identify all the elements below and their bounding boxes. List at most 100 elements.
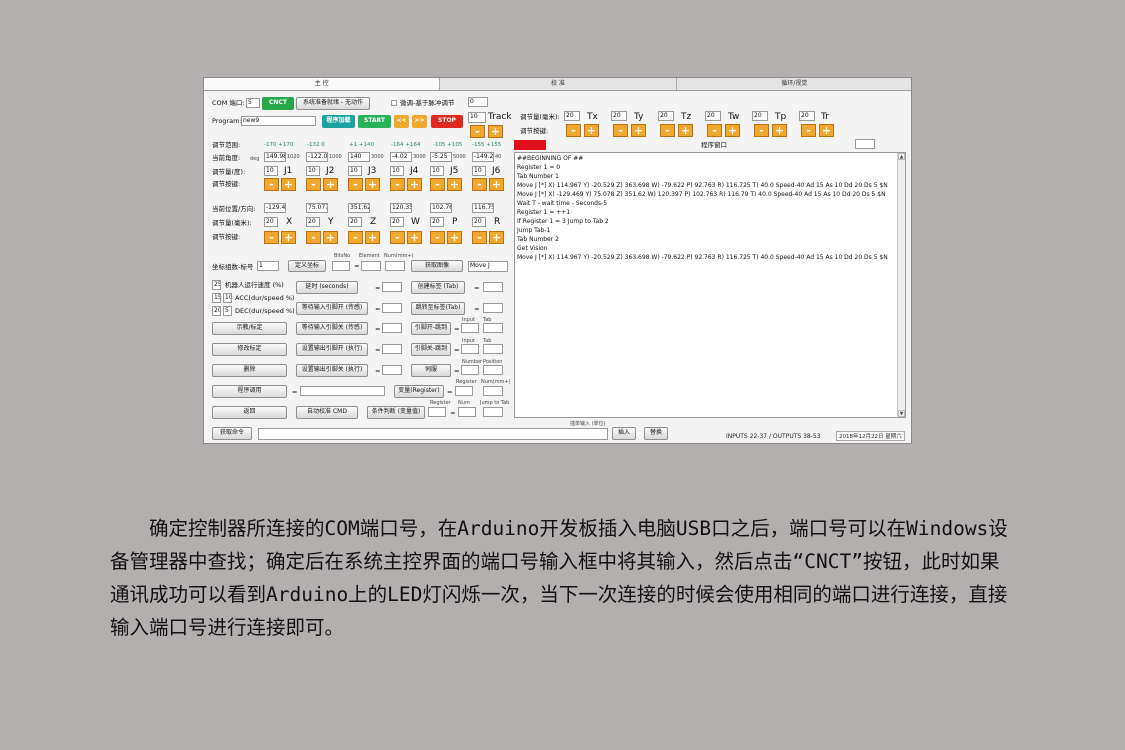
element-input[interactable]: [361, 261, 381, 271]
tool-step-tx[interactable]: 20: [564, 111, 580, 121]
j5-minus-button[interactable]: -: [430, 178, 445, 191]
r-minus-button[interactable]: -: [472, 231, 487, 244]
pin-off-jump-button[interactable]: 引脚关-跳到: [411, 343, 451, 356]
track-minus-button[interactable]: -: [470, 125, 485, 138]
p-minus-button[interactable]: -: [430, 231, 445, 244]
dec-input-a[interactable]: 20: [212, 306, 221, 316]
pin-on-input[interactable]: [461, 323, 479, 333]
cond-register-input[interactable]: [428, 407, 446, 417]
z-minus-button[interactable]: -: [348, 231, 363, 244]
move-type-select[interactable]: Move J: [468, 261, 508, 272]
modify-button[interactable]: 修改标定: [212, 343, 287, 356]
track-value-input[interactable]: 10: [468, 112, 486, 123]
joint-step-j3[interactable]: 10: [348, 166, 362, 176]
servo-number-input[interactable]: [461, 365, 479, 375]
code-line[interactable]: Register 1 = ++1: [517, 209, 570, 216]
j2-minus-button[interactable]: -: [306, 178, 321, 191]
program-window-input[interactable]: [855, 139, 875, 149]
teach-button[interactable]: 示教/标定: [212, 322, 287, 335]
w-minus-button[interactable]: -: [390, 231, 405, 244]
smooth-value-input[interactable]: 0: [468, 97, 488, 107]
wait-off-input[interactable]: [382, 323, 402, 333]
w-plus-button[interactable]: +: [407, 231, 422, 244]
p-plus-button[interactable]: +: [447, 231, 462, 244]
cnct-button[interactable]: CNCT: [262, 97, 294, 110]
cart-step-z[interactable]: 20: [348, 217, 362, 227]
j6-plus-button[interactable]: +: [489, 178, 504, 191]
joint-step-j2[interactable]: 10: [306, 166, 320, 176]
tp-minus-button[interactable]: -: [754, 124, 769, 137]
x-plus-button[interactable]: +: [281, 231, 296, 244]
cart-step-w[interactable]: 20: [390, 217, 404, 227]
next-button[interactable]: >>: [412, 115, 427, 128]
j4-minus-button[interactable]: -: [390, 178, 405, 191]
speed-input[interactable]: 25: [212, 280, 221, 290]
scroll-down-icon[interactable]: ▼: [898, 410, 905, 417]
tp-plus-button[interactable]: +: [772, 124, 787, 137]
cart-pos-r[interactable]: 116.75: [472, 203, 494, 213]
acc-input-b[interactable]: 10: [223, 293, 232, 303]
program-name-input[interactable]: new9: [241, 116, 316, 126]
cart-pos-w[interactable]: 120.35: [390, 203, 412, 213]
wait-on-input[interactable]: [382, 303, 402, 313]
tz-plus-button[interactable]: +: [678, 124, 693, 137]
condition-button[interactable]: 条件判断 (变量值): [367, 406, 425, 419]
program-listing[interactable]: ##BEGINNING OF ## Register 1 = 0 Tab Num…: [514, 152, 906, 418]
command-input[interactable]: [258, 428, 608, 440]
code-line[interactable]: ##BEGINNING OF ##: [517, 155, 583, 162]
delete-button[interactable]: 删除: [212, 364, 287, 377]
delay-input[interactable]: [382, 282, 402, 292]
j2-plus-button[interactable]: +: [323, 178, 338, 191]
define-coord-button[interactable]: 定义坐标: [288, 260, 326, 272]
get-image-button[interactable]: 获取图像: [411, 260, 463, 272]
joint-step-j1[interactable]: 10: [264, 166, 278, 176]
stop-button[interactable]: STOP: [431, 115, 463, 128]
tool-step-tp[interactable]: 20: [752, 111, 768, 121]
register-button[interactable]: 变量(Register): [394, 385, 444, 398]
ty-plus-button[interactable]: +: [631, 124, 646, 137]
joint-angle-j1[interactable]: 149.98: [264, 152, 286, 162]
tw-plus-button[interactable]: +: [725, 124, 740, 137]
replace-button[interactable]: 替换: [644, 427, 668, 440]
code-line[interactable]: Register 1 = 0: [517, 164, 560, 171]
delay-button[interactable]: 延时 (seconds): [296, 281, 358, 294]
r-plus-button[interactable]: +: [489, 231, 504, 244]
tr-minus-button[interactable]: -: [801, 124, 816, 137]
acc-input-a[interactable]: 15: [212, 293, 221, 303]
get-command-button[interactable]: 获取命令: [212, 427, 252, 440]
tool-step-tw[interactable]: 20: [705, 111, 721, 121]
scroll-up-icon[interactable]: ▲: [898, 153, 905, 160]
return-button[interactable]: 返回: [212, 406, 287, 419]
wait-input-on-button[interactable]: 等待输入引脚开 (传感): [296, 302, 368, 315]
j6-minus-button[interactable]: -: [472, 178, 487, 191]
joint-angle-j4[interactable]: -4.02: [390, 152, 412, 162]
tool-step-tz[interactable]: 20: [658, 111, 674, 121]
joint-step-j6[interactable]: 10: [472, 166, 486, 176]
cart-pos-p[interactable]: 102.76: [430, 203, 452, 213]
j3-minus-button[interactable]: -: [348, 178, 363, 191]
joint-angle-j6[interactable]: -149.2: [472, 152, 494, 162]
x-minus-button[interactable]: -: [264, 231, 279, 244]
set-on-input[interactable]: [382, 344, 402, 354]
tx-plus-button[interactable]: +: [584, 124, 599, 137]
pin-off-input[interactable]: [461, 344, 479, 354]
code-line[interactable]: If Register 1 = 3 Jump to Tab 2: [517, 218, 609, 225]
prev-button[interactable]: <<: [394, 115, 409, 128]
cart-pos-z[interactable]: 351.62: [348, 203, 370, 213]
cart-step-p[interactable]: 20: [430, 217, 444, 227]
cart-step-x[interactable]: 20: [264, 217, 278, 227]
servo-position-input[interactable]: [483, 365, 503, 375]
tool-step-ty[interactable]: 20: [611, 111, 627, 121]
code-line[interactable]: Jump Tab-1: [517, 227, 550, 234]
bits-input[interactable]: [332, 261, 350, 271]
set-off-input[interactable]: [382, 365, 402, 375]
dec-input-b[interactable]: 5: [223, 306, 232, 316]
cart-step-y[interactable]: 20: [306, 217, 320, 227]
servo-button[interactable]: 伺服: [411, 364, 451, 377]
cart-pos-x[interactable]: -129.4: [264, 203, 286, 213]
set-output-off-button[interactable]: 设置输出引脚关 (执行): [296, 364, 368, 377]
call-program-input[interactable]: [300, 386, 385, 396]
tr-plus-button[interactable]: +: [819, 124, 834, 137]
smooth-checkbox[interactable]: [391, 100, 397, 106]
pin-off-tab-input[interactable]: [483, 344, 503, 354]
